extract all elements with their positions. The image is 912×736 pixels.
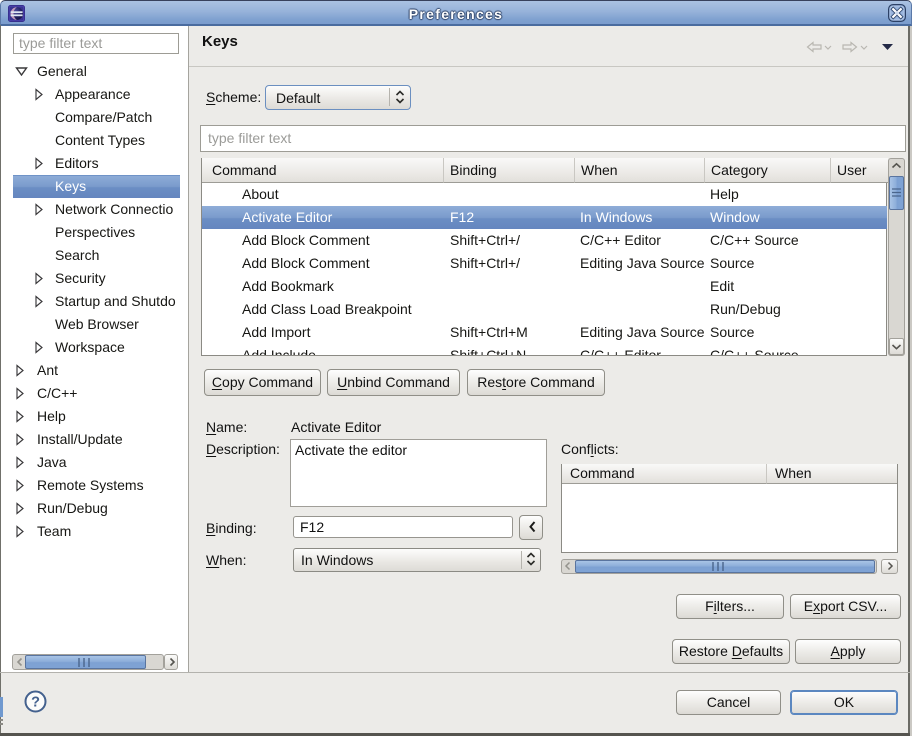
svg-text:?: ? (31, 695, 40, 711)
